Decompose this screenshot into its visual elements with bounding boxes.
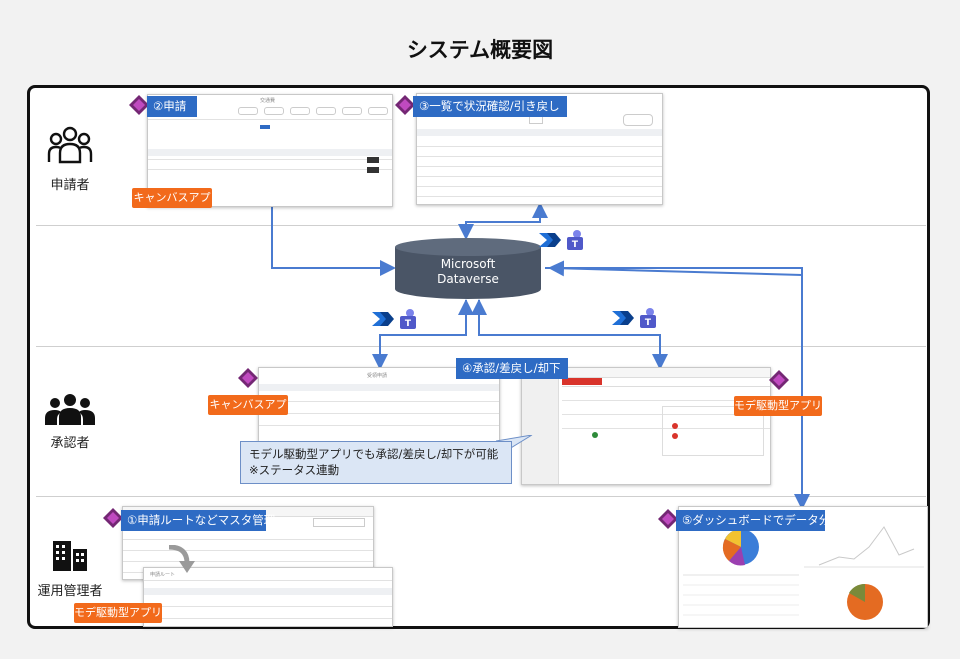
label-approve: ④承認/差戻し/却下 (456, 358, 568, 379)
label-list-status: ③一覧で状況確認/引き戻し (413, 96, 567, 117)
svg-text:T: T (572, 240, 579, 250)
database-label-line2: Dataverse (437, 272, 499, 286)
arrow-dashboard-to-db (548, 260, 803, 277)
label-master-management: ①申請ルートなどマスタ管理 (121, 510, 275, 531)
approve-app-title: 受領申請 (367, 373, 388, 379)
power-apps-icon (238, 368, 258, 388)
building-icon (53, 541, 87, 571)
badge-model-app-admin: モデ駆動型アプリ (74, 603, 162, 623)
svg-text:T: T (645, 318, 652, 328)
power-apps-icon (769, 370, 789, 390)
note-callout: モデル駆動型アプリでも承認/差戻し/却下が可能 ※ステータス連動 (240, 441, 512, 484)
label-dashboard: ⑤ダッシュボードでデータ分析 (676, 510, 842, 531)
apply-app-title: 交通費 (260, 98, 276, 104)
automate-teams-icon: T (612, 308, 656, 328)
route-app-screenshot: 申請ルート (143, 567, 393, 627)
arrow-db-to-list (465, 202, 548, 238)
curved-arrow-icon (168, 545, 195, 573)
badge-model-app-approver: モデ駆動型アプリ (734, 396, 822, 416)
badge-canvas-app-applicant: キャンバスアプリ (132, 188, 212, 224)
note-line2: ※ステータス連動 (249, 463, 340, 477)
svg-text:T: T (405, 319, 412, 329)
approve-model-screenshot (521, 367, 771, 485)
people-group-filled-icon (45, 394, 95, 425)
database-label-line1: Microsoft (440, 257, 496, 271)
role-approver: 承認者 (50, 436, 90, 451)
automate-teams-icon: T (539, 230, 583, 250)
people-group-outline-icon (47, 126, 93, 164)
automate-teams-icon: T (372, 309, 416, 329)
label-apply: ②申請 (147, 96, 197, 117)
note-line1: モデル駆動型アプリでも承認/差戻し/却下が可能 (249, 447, 499, 461)
role-applicant: 申請者 (50, 178, 90, 193)
arrow-apply-to-db (271, 207, 396, 276)
badge-canvas-app-approver: キャンバスアプリ (208, 395, 288, 431)
role-admin: 運用管理者 (37, 584, 103, 599)
